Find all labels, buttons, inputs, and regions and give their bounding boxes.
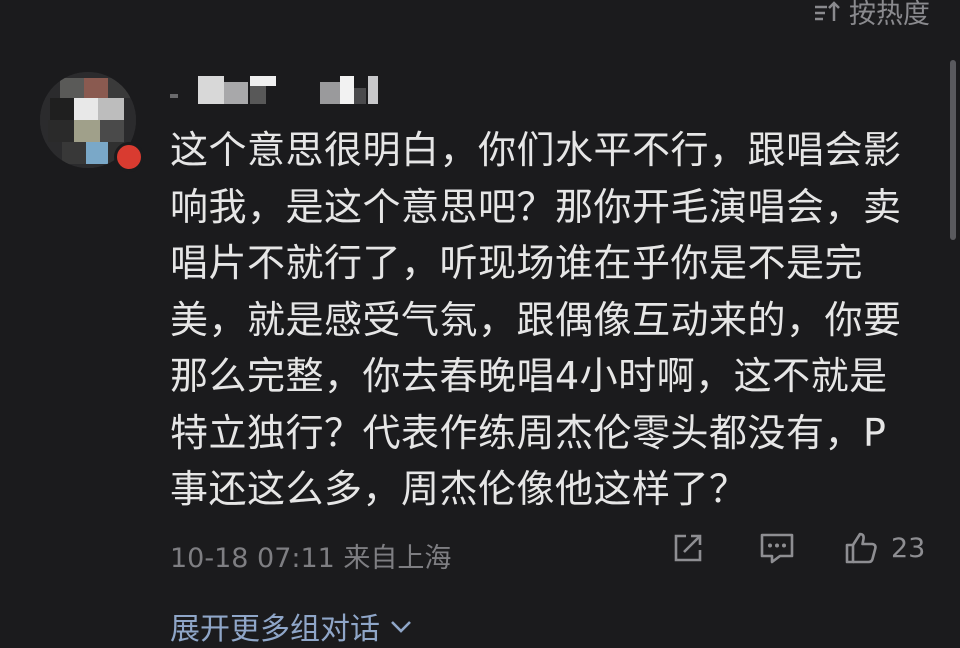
sort-by-hot-button[interactable]: 按热度: [813, 0, 930, 31]
like-count: 23: [891, 532, 926, 564]
avatar-badge: [114, 142, 144, 172]
username-pixelated[interactable]: [170, 72, 390, 110]
share-icon: [670, 530, 706, 566]
expand-conversation-link[interactable]: 展开更多组对话: [170, 604, 414, 648]
sort-label: 按热度: [849, 0, 930, 30]
comment-line: 那么完整，你去春晚唱4小时啊，这不就是: [170, 354, 888, 398]
comment-text: 这个意思很明白，你们水平不行，跟唱会影 响我，是这个意思吧？那你开毛演唱会，卖 …: [170, 122, 940, 518]
comment-timestamp: 10-18 07:11 来自上海: [170, 543, 452, 574]
comment-screen: 按热度 这个意思很明白，你们水平不行，跟唱会影 响我，是这个意思吧？那你开毛演唱…: [0, 0, 960, 648]
sort-icon: [813, 0, 841, 25]
comment-line: 这个意思很明白，你们水平不行，跟唱会影: [170, 128, 902, 172]
comment-line: 响我，是这个意思吧？那你开毛演唱会，卖: [170, 184, 902, 229]
comment-icon: [758, 530, 796, 566]
comment-line: 事还这么多，周杰伦像他这样了？: [170, 467, 748, 511]
thumbs-up-icon: [843, 530, 879, 566]
share-button[interactable]: [670, 530, 706, 566]
reply-button[interactable]: [758, 530, 796, 566]
scrollbar[interactable]: [950, 60, 956, 240]
comment-line: 美，就是感受气氛，跟偶像互动来的，你要: [170, 297, 902, 342]
comment-line: 唱片不就行了，听现场谁在乎你是不是完: [170, 241, 864, 285]
like-button[interactable]: 23: [843, 530, 925, 566]
chevron-down-icon: [388, 613, 414, 639]
expand-label: 展开更多组对话: [170, 612, 380, 647]
comment-line: 特立独行？代表作练周杰伦零头都没有，P: [170, 410, 887, 455]
